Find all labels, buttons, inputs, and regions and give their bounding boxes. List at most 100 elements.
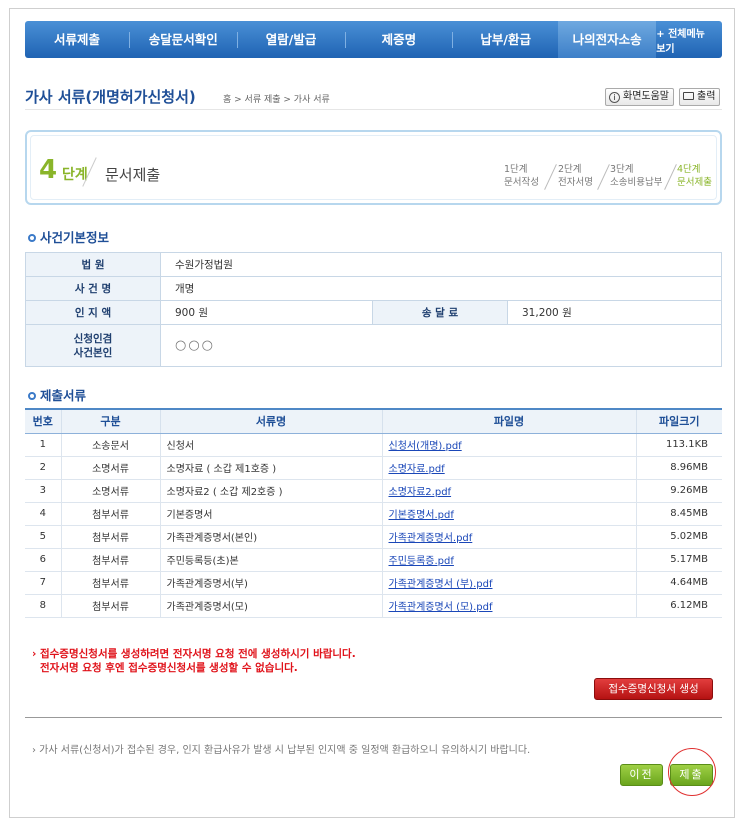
row-number: 6 <box>25 548 61 572</box>
row-category: 첨부서류 <box>60 502 160 526</box>
stage-1-label: 1단계 <box>504 164 528 175</box>
case-name-label: 사 건 명 <box>25 276 161 301</box>
highlight-circle <box>668 748 716 796</box>
nav-item-certificates[interactable]: 제증명 <box>345 21 452 58</box>
col-category: 구분 <box>60 408 160 434</box>
table-row: 5 첨부서류 가족관계증명서(본인) 가족관계증명서.pdf 5.02MB <box>25 525 722 549</box>
printer-icon <box>683 92 694 100</box>
previous-button[interactable]: 이전 <box>620 764 663 786</box>
row-file-size: 113.1KB <box>635 433 722 457</box>
row-file-size: 8.96MB <box>635 456 722 480</box>
row-number: 1 <box>25 433 61 457</box>
info-row-court: 법 원 수원가정법원 <box>25 252 722 277</box>
top-navigation: 서류제출 송달문서확인 열람/발급 제증명 납부/환급 나의전자소송 + 전체메… <box>25 21 722 58</box>
file-link[interactable]: 주민등록증.pdf <box>389 556 454 567</box>
row-file-size: 9.26MB <box>635 479 722 503</box>
print-button-label: 출력 <box>697 91 716 102</box>
print-button[interactable]: 출력 <box>679 88 721 106</box>
row-document-name: 소명자료2 ( 소갑 제2호증 ) <box>159 479 382 503</box>
nav-item-payment-refund[interactable]: 납부/환급 <box>453 21 558 58</box>
col-document-name: 서류명 <box>159 408 382 434</box>
bullet-icon <box>28 392 36 400</box>
case-name-value: 개명 <box>160 276 722 301</box>
row-number: 4 <box>25 502 61 526</box>
row-document-name: 가족관계증명서(본인) <box>159 525 382 549</box>
stage-4-name: 문서제출 <box>677 177 712 188</box>
row-category: 첨부서류 <box>60 594 160 618</box>
step-indicator: 4 단계 문서제출 1단계 문서작성 2단계 전자서명 3단계 소송비용납부 4단계 문… <box>25 130 722 205</box>
row-document-name: 신청서 <box>159 433 382 457</box>
applicant-label-line2: 사건본인 <box>73 346 113 359</box>
nav-item-view-issue[interactable]: 열람/발급 <box>238 21 345 58</box>
row-document-name: 가족관계증명서(모) <box>159 594 382 618</box>
applicant-label: 신청인겸 사건본인 <box>25 324 161 367</box>
refund-notice: › 가사 서류(신청서)가 접수된 경우, 인지 환급사유가 발생 시 납부된 … <box>32 745 531 756</box>
file-link[interactable]: 가족관계증명서 (부).pdf <box>389 579 493 590</box>
file-link[interactable]: 신청서(개명).pdf <box>389 441 462 452</box>
row-document-name: 주민등록등(초)본 <box>159 548 382 572</box>
col-file-name: 파일명 <box>381 408 636 434</box>
info-icon: i <box>609 92 620 103</box>
nav-item-delivery-check[interactable]: 송달문서확인 <box>130 21 237 58</box>
row-file-size: 6.12MB <box>635 594 722 618</box>
row-number: 8 <box>25 594 61 618</box>
table-row: 1 소송문서 신청서 신청서(개명).pdf 113.1KB <box>25 433 722 457</box>
stage-4: 4단계문서제출 <box>677 163 712 189</box>
stage-3-name: 소송비용납부 <box>610 177 663 188</box>
file-link[interactable]: 가족관계증명서 (모).pdf <box>389 602 493 613</box>
applicant-value: ○○○ <box>160 324 722 367</box>
case-info-heading: 사건기본정보 <box>28 227 109 246</box>
table-row: 4 첨부서류 기본증명서 기본증명서.pdf 8.45MB <box>25 502 722 526</box>
row-category: 첨부서류 <box>60 525 160 549</box>
nav-item-my-e-litigation[interactable]: 나의전자소송 <box>558 21 657 58</box>
help-button[interactable]: i 화면도움말 <box>605 88 674 106</box>
stage-2: 2단계전자서명 <box>558 163 593 189</box>
documents-heading-text: 제출서류 <box>40 388 87 403</box>
info-row-case-name: 사 건 명 개명 <box>25 276 722 301</box>
stage-2-name: 전자서명 <box>558 177 593 188</box>
create-receipt-certificate-button[interactable]: 접수증명신청서 생성 <box>594 678 713 700</box>
help-button-label: 화면도움말 <box>623 91 669 102</box>
table-row: 3 소명서류 소명자료2 ( 소갑 제2호증 ) 소명자료2.pdf 9.26M… <box>25 479 722 503</box>
stamp-fee-value: 900 원 <box>160 300 373 325</box>
stage-1: 1단계문서작성 <box>504 163 539 189</box>
file-link[interactable]: 소명자료2.pdf <box>389 487 452 498</box>
file-link[interactable]: 가족관계증명서.pdf <box>389 533 473 544</box>
documents-table: 번호 구분 서류명 파일명 파일크기 1 소송문서 신청서 신청서(개명).pd… <box>25 408 722 618</box>
nav-item-document-submit[interactable]: 서류제출 <box>25 21 129 58</box>
row-file-size: 4.64MB <box>635 571 722 595</box>
info-row-applicant: 신청인겸 사건본인 ○○○ <box>25 324 722 367</box>
row-number: 5 <box>25 525 61 549</box>
stage-4-label: 4단계 <box>677 164 701 175</box>
file-link[interactable]: 소명자료.pdf <box>389 464 445 475</box>
row-document-name: 기본증명서 <box>159 502 382 526</box>
row-document-name: 가족관계증명서(부) <box>159 571 382 595</box>
row-category: 첨부서류 <box>60 571 160 595</box>
case-info-heading-text: 사건기본정보 <box>40 230 110 245</box>
row-category: 첨부서류 <box>60 548 160 572</box>
stage-1-name: 문서작성 <box>504 177 539 188</box>
applicant-label-line1: 신청인겸 <box>73 332 113 345</box>
col-file-size: 파일크기 <box>635 408 722 434</box>
all-menu-link[interactable]: + 전체메뉴보기 <box>656 25 710 55</box>
row-number: 3 <box>25 479 61 503</box>
row-file-size: 5.02MB <box>635 525 722 549</box>
stage-2-label: 2단계 <box>558 164 582 175</box>
stage-3-label: 3단계 <box>610 164 634 175</box>
row-category: 소명서류 <box>60 456 160 480</box>
col-number: 번호 <box>25 408 61 434</box>
table-row: 6 첨부서류 주민등록등(초)본 주민등록증.pdf 5.17MB <box>25 548 722 572</box>
table-header-row: 번호 구분 서류명 파일명 파일크기 <box>25 408 722 434</box>
case-info-table: 법 원 수원가정법원 사 건 명 개명 인 지 액 900 원 송 달 료 31… <box>25 252 722 367</box>
warning-line-1: › 접수증명신청서를 생성하려면 전자서명 요청 전에 생성하시기 바랍니다. <box>32 648 356 660</box>
row-document-name: 소명자료 ( 소갑 제1호증 ) <box>159 456 382 480</box>
row-category: 소명서류 <box>60 479 160 503</box>
breadcrumb: 홈 > 서류 제출 > 가사 서류 <box>223 95 330 105</box>
delivery-fee-label: 송 달 료 <box>372 300 508 325</box>
documents-heading: 제출서류 <box>28 385 86 404</box>
divider <box>25 717 722 718</box>
row-file-size: 8.45MB <box>635 502 722 526</box>
file-link[interactable]: 기본증명서.pdf <box>389 510 454 521</box>
delivery-fee-value: 31,200 원 <box>507 300 722 325</box>
step-name: 문서제출 <box>105 166 161 184</box>
